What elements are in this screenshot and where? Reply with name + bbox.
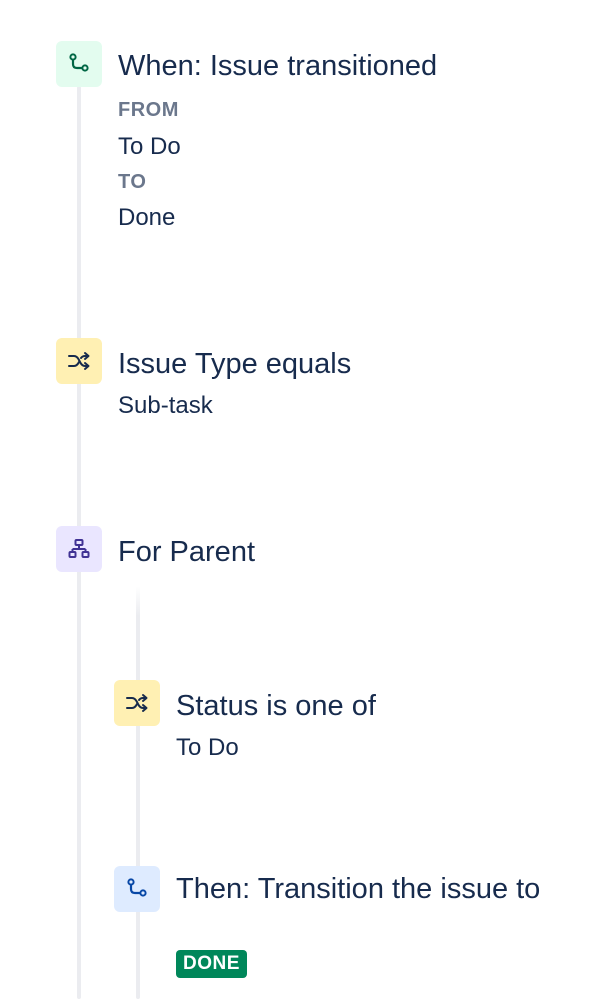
status-value: To Do xyxy=(176,734,239,761)
transition-action-title: Then: Transition the issue to xyxy=(176,873,541,905)
status-condition-title: Status is one of xyxy=(176,690,376,722)
issue-type-value: Sub-task xyxy=(118,392,213,419)
from-label: FROM xyxy=(118,99,179,121)
to-value: Done xyxy=(118,204,176,231)
from-value: To Do xyxy=(118,133,181,160)
branch-timeline-rail xyxy=(136,586,140,999)
trigger-title: When: Issue transitioned xyxy=(118,50,438,82)
shuffle-icon xyxy=(56,338,102,384)
shuffle-icon xyxy=(114,680,160,726)
done-status-lozenge: DONE xyxy=(176,950,247,978)
issue-type-condition-title: Issue Type equals xyxy=(118,348,352,380)
to-label: TO xyxy=(118,171,147,193)
transition-icon xyxy=(56,41,102,87)
transition-icon xyxy=(114,866,160,912)
hierarchy-icon xyxy=(56,526,102,572)
branch-title: For Parent xyxy=(118,536,255,568)
